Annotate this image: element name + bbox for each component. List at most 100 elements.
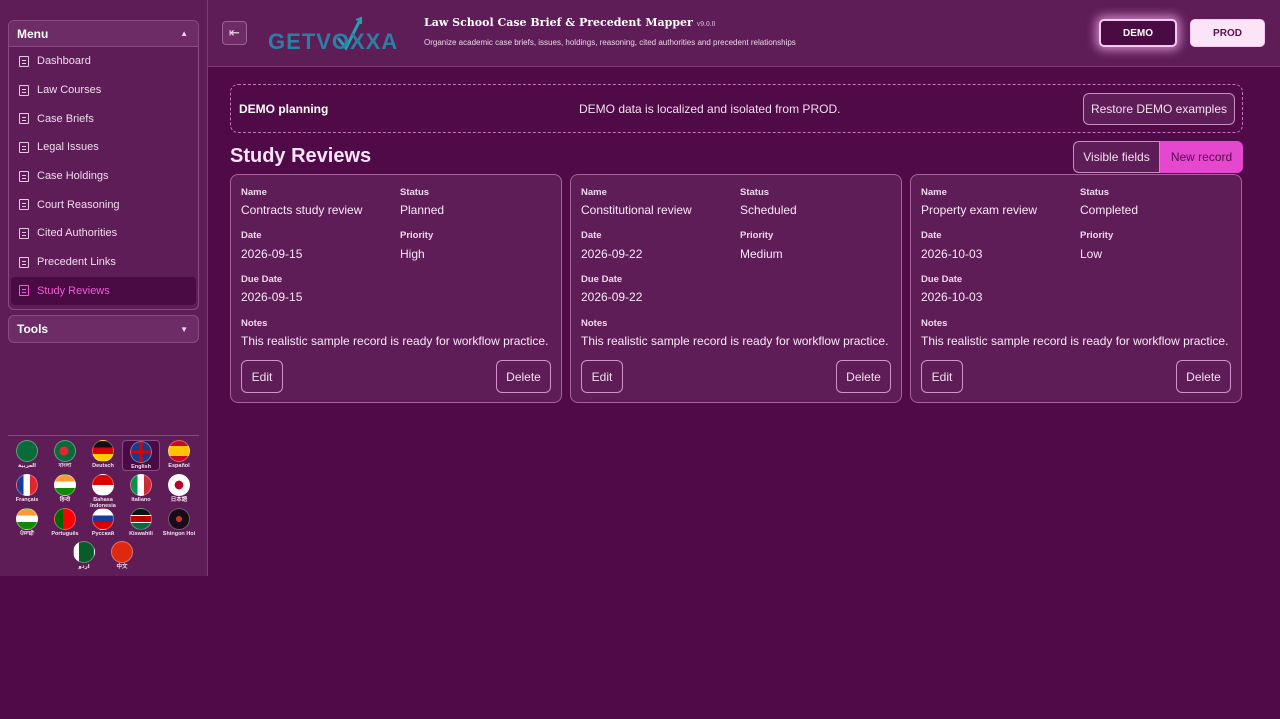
app-version: v9.0.0	[696, 21, 716, 28]
priority-value: High	[400, 247, 425, 261]
sidebar-item-label: Dashboard	[37, 55, 91, 68]
logo-text: GETVOXXA	[268, 29, 398, 54]
language-option[interactable]: Italiano	[122, 474, 160, 503]
delete-button[interactable]: Delete	[496, 360, 551, 393]
document-icon	[19, 113, 29, 125]
flag-icon	[130, 508, 152, 530]
language-label: ਪੰਜਾਬੀ	[20, 531, 34, 537]
flag-icon	[92, 440, 114, 462]
page-title: Study Reviews	[230, 145, 372, 167]
record-card: Name Constitutional review Status Scheduled…	[570, 174, 902, 403]
language-option[interactable]: English	[122, 440, 160, 471]
due-date-value: 2026-09-22	[581, 290, 643, 304]
menu-panel-header[interactable]: Menu ▲	[9, 21, 198, 47]
due-date-label: Due Date	[581, 274, 623, 285]
flag-icon	[16, 474, 38, 496]
document-icon	[19, 256, 29, 268]
tools-panel-header[interactable]: Tools ▼	[9, 316, 198, 342]
language-option[interactable]: Kiswahili	[122, 508, 160, 537]
demo-mode-button[interactable]: DEMO	[1099, 19, 1177, 47]
flag-icon	[92, 474, 114, 496]
sidebar-item-case-briefs[interactable]: Case Briefs	[9, 104, 198, 133]
language-option[interactable]: Shingon Hoi	[160, 508, 198, 537]
language-label: Português	[51, 531, 79, 537]
sidebar-item-legal-issues[interactable]: Legal Issues	[9, 133, 198, 162]
language-option[interactable]: Русский	[84, 508, 122, 537]
sidebar-item-label: Precedent Links	[37, 256, 116, 269]
divider	[8, 435, 199, 436]
app-subtitle: Organize academic case briefs, issues, h…	[424, 38, 796, 47]
status-label: Status	[740, 187, 770, 198]
sidebar-item-case-holdings[interactable]: Case Holdings	[9, 162, 198, 191]
language-option[interactable]: Español	[160, 440, 198, 469]
language-option[interactable]: Français	[8, 474, 46, 503]
visible-fields-button[interactable]: Visible fields	[1073, 141, 1160, 173]
name-label: Name	[921, 187, 947, 198]
header: ⇤ GETVOXXA Law School Case Brief & Prece…	[208, 0, 1280, 67]
language-option[interactable]: ਪੰਜਾਬੀ	[8, 508, 46, 537]
language-option[interactable]: العربية	[8, 440, 46, 469]
prod-mode-button[interactable]: PROD	[1190, 19, 1265, 47]
date-label: Date	[581, 230, 602, 241]
collapse-sidebar-icon: ⇤	[229, 25, 240, 40]
delete-button[interactable]: Delete	[1176, 360, 1231, 393]
flag-icon	[16, 440, 38, 462]
edit-button[interactable]: Edit	[581, 360, 623, 393]
restore-demo-button[interactable]: Restore DEMO examples	[1083, 93, 1235, 125]
language-option[interactable]: हिन्दी	[46, 474, 84, 503]
delete-button[interactable]: Delete	[836, 360, 891, 393]
date-value: 2026-10-03	[921, 247, 983, 261]
priority-value: Low	[1080, 247, 1103, 261]
sidebar-item-precedent-links[interactable]: Precedent Links	[9, 248, 198, 277]
app-title: Law School Case Brief & Precedent Mapper…	[424, 16, 715, 29]
language-label: English	[131, 464, 151, 470]
new-record-button[interactable]: New record	[1160, 141, 1243, 173]
language-option[interactable]: 日本語	[160, 474, 198, 503]
language-option[interactable]: Bahasa Indonesia	[84, 474, 122, 509]
language-label: اردو	[78, 564, 90, 570]
edit-button[interactable]: Edit	[921, 360, 963, 393]
date-label: Date	[921, 230, 942, 241]
sidebar-item-law-courses[interactable]: Law Courses	[9, 76, 198, 105]
language-label: Kiswahili	[129, 531, 153, 537]
language-option[interactable]: اردو	[65, 541, 103, 570]
language-label: 日本語	[170, 497, 188, 503]
document-icon	[19, 141, 29, 153]
date-value: 2026-09-22	[581, 247, 643, 261]
document-icon	[19, 170, 29, 182]
name-label: Name	[581, 187, 607, 198]
collapse-sidebar-button[interactable]: ⇤	[222, 21, 247, 45]
sidebar: Menu ▲ Dashboard Law Courses Case Briefs Le…	[0, 0, 208, 576]
app-logo: GETVOXXA	[268, 16, 398, 54]
banner-message: DEMO data is localized and isolated from…	[579, 102, 841, 116]
name-value: Contracts study review	[241, 203, 363, 217]
due-date-value: 2026-09-15	[241, 290, 303, 304]
status-value: Completed	[1080, 203, 1139, 217]
flag-icon	[168, 508, 190, 530]
tools-panel[interactable]: Tools ▼	[8, 315, 199, 343]
language-option[interactable]: Português	[46, 508, 84, 537]
document-icon	[19, 285, 29, 297]
due-date-label: Due Date	[921, 274, 963, 285]
demo-banner: DEMO planning DEMO data is localized and…	[230, 84, 1243, 133]
edit-button[interactable]: Edit	[241, 360, 283, 393]
flag-icon	[54, 474, 76, 496]
sidebar-item-label: Legal Issues	[37, 141, 99, 154]
chevron-down-icon: ▼	[180, 324, 188, 334]
due-date-label: Due Date	[241, 274, 283, 285]
record-card: Name Property exam review Status Completed D…	[910, 174, 1242, 403]
language-label: Italiano	[131, 497, 151, 503]
flag-icon	[54, 440, 76, 462]
language-option[interactable]: Deutsch	[84, 440, 122, 469]
status-label: Status	[400, 187, 430, 198]
sidebar-item-cited-authorities[interactable]: Cited Authorities	[9, 219, 198, 248]
chevron-up-icon: ▲	[180, 29, 188, 38]
document-icon	[19, 199, 29, 211]
flag-icon	[168, 440, 190, 462]
sidebar-item-court-reasoning[interactable]: Court Reasoning	[9, 190, 198, 219]
language-option[interactable]: বাংলা	[46, 440, 84, 469]
language-option[interactable]: 中文	[103, 541, 141, 570]
date-label: Date	[241, 230, 262, 241]
sidebar-item-study-reviews[interactable]: Study Reviews	[11, 276, 196, 306]
sidebar-item-dashboard[interactable]: Dashboard	[9, 47, 198, 76]
